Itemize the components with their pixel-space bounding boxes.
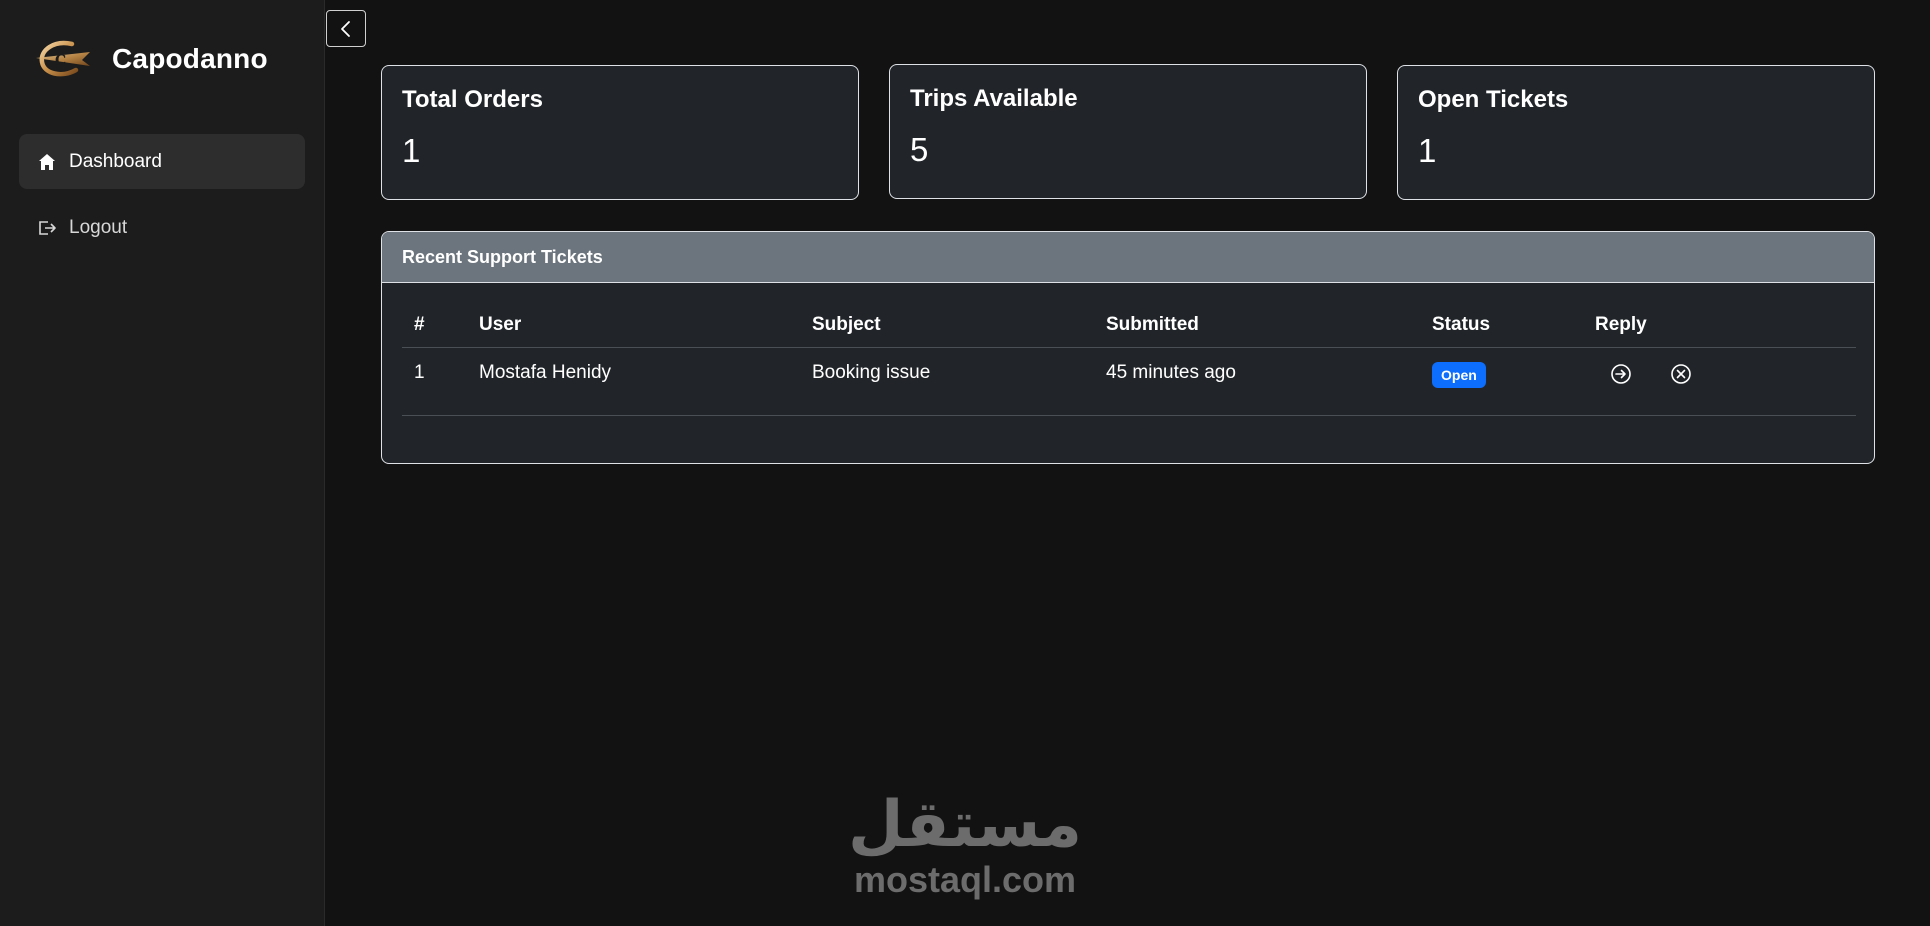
stat-card-total-orders: Total Orders 1 bbox=[381, 65, 859, 200]
sidebar-item-label: Dashboard bbox=[69, 150, 162, 172]
ticket-status: Open bbox=[1432, 362, 1486, 388]
app-root: C Capodanno Dashboard Logout Total Order… bbox=[0, 0, 1930, 926]
stat-value: 1 bbox=[1418, 132, 1437, 169]
ticket-user: Mostafa Henidy bbox=[479, 362, 612, 383]
column-header-status: Status bbox=[1432, 314, 1491, 335]
ticket-number: 1 bbox=[414, 362, 425, 383]
column-header-reply: Reply bbox=[1595, 314, 1647, 335]
recent-tickets-panel: Recent Support Tickets # User Subject Su… bbox=[381, 231, 1875, 464]
ticket-submitted: 45 minutes ago bbox=[1106, 362, 1236, 383]
stat-value: 5 bbox=[910, 131, 929, 168]
sidebar-item-label: Logout bbox=[69, 216, 128, 238]
sidebar-toggle-button[interactable] bbox=[326, 10, 366, 47]
panel-title: Recent Support Tickets bbox=[382, 232, 1874, 283]
ticket-reply-actions bbox=[1595, 356, 1693, 386]
home-icon bbox=[39, 153, 55, 170]
brand-name: Capodanno bbox=[112, 43, 268, 74]
column-header-subject: Subject bbox=[812, 314, 881, 335]
column-header-submitted: Submitted bbox=[1106, 314, 1199, 335]
sidebar: C Capodanno Dashboard Logout bbox=[0, 0, 325, 926]
watermark-arabic: مستقل bbox=[847, 788, 1083, 862]
brand[interactable]: C Capodanno bbox=[32, 34, 268, 84]
capodanno-logo-icon: C bbox=[36, 40, 90, 77]
logout-icon bbox=[39, 220, 56, 235]
chevron-left-icon bbox=[341, 20, 350, 37]
stat-title: Total Orders bbox=[402, 86, 543, 113]
reply-arrow-icon[interactable] bbox=[1609, 362, 1633, 386]
column-header-user: User bbox=[479, 314, 522, 335]
stat-card-trips-available: Trips Available 5 bbox=[889, 64, 1367, 199]
column-header-number: # bbox=[414, 314, 425, 335]
svg-text:C: C bbox=[55, 53, 66, 69]
sidebar-item-dashboard[interactable]: Dashboard bbox=[19, 134, 305, 189]
ticket-subject: Booking issue bbox=[812, 362, 931, 383]
table-row: 1 Mostafa Henidy Booking issue 45 minute… bbox=[402, 348, 1856, 416]
status-badge: Open bbox=[1432, 362, 1486, 388]
stat-title: Trips Available bbox=[910, 85, 1078, 112]
table-header-row: # User Subject Submitted Status Reply bbox=[402, 304, 1856, 348]
sidebar-item-logout[interactable]: Logout bbox=[19, 200, 305, 255]
watermark: مستقل mostaql.com bbox=[845, 790, 1085, 900]
watermark-latin: mostaql.com bbox=[853, 859, 1077, 900]
tickets-table: # User Subject Submitted Status Reply 1 … bbox=[402, 304, 1856, 416]
stat-title: Open Tickets bbox=[1418, 86, 1569, 113]
stat-value: 1 bbox=[402, 132, 421, 169]
close-circle-icon[interactable] bbox=[1669, 362, 1693, 386]
stat-card-open-tickets: Open Tickets 1 bbox=[1397, 65, 1875, 200]
